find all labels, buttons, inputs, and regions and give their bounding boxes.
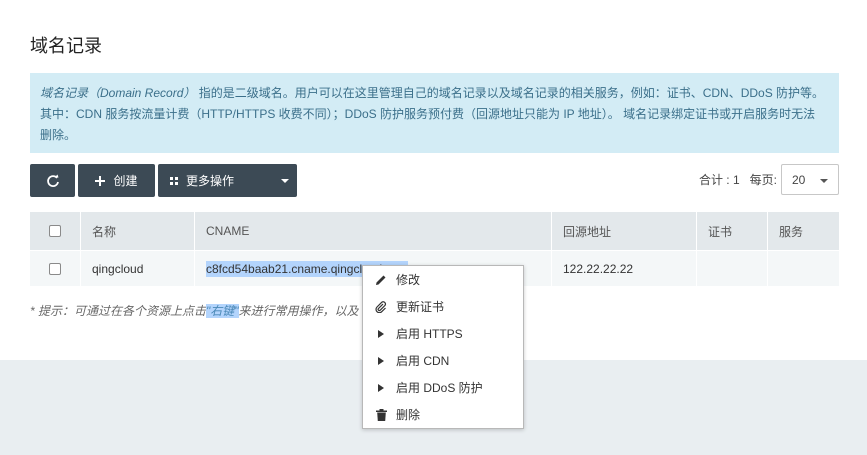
header-cert[interactable]: 证书: [697, 212, 768, 250]
info-line2: 其中：CDN 服务按流量计费（HTTP/HTTPS 收费不同）；DDoS 防护服…: [40, 107, 816, 121]
caret-down-icon: [820, 179, 828, 183]
hint-text: * 提示：可通过在各个资源上点击"右键"来进行常用操作，以及: [30, 302, 359, 319]
menu-item-label: 启用 CDN: [396, 354, 450, 368]
info-term: 域名记录（Domain Record）: [40, 86, 196, 100]
menu-item-enable-https[interactable]: 启用 HTTPS: [363, 320, 523, 347]
trash-icon: [375, 408, 387, 421]
header-service[interactable]: 服务: [768, 212, 839, 250]
cell-name[interactable]: qingcloud: [81, 251, 195, 286]
info-line3: 删除。: [40, 128, 77, 142]
info-banner: 域名记录（Domain Record） 指的是二级域名。用户可以在这里管理自己的…: [30, 73, 839, 153]
header-addr[interactable]: 回源地址: [552, 212, 697, 250]
refresh-button[interactable]: [30, 164, 75, 197]
menu-item-label: 更新证书: [396, 300, 445, 314]
per-page-value: 20: [792, 172, 806, 187]
row-checkbox[interactable]: [49, 262, 61, 275]
per-page-label: 每页:: [749, 173, 777, 187]
caret-down-icon: [281, 179, 289, 183]
menu-item-label: 启用 HTTPS: [396, 327, 463, 341]
refresh-icon: [46, 174, 59, 187]
more-actions-label: 更多操作: [186, 174, 235, 188]
table-header: 名称 CNAME 回源地址 证书 服务: [30, 212, 839, 250]
cell-cert: [697, 251, 768, 286]
plus-icon: [95, 175, 106, 186]
cell-service: [768, 251, 839, 286]
play-icon: [378, 356, 384, 365]
menu-item-label: 启用 DDoS 防护: [396, 381, 483, 395]
header-cname[interactable]: CNAME: [195, 212, 552, 250]
menu-item-edit[interactable]: 修改: [363, 266, 523, 293]
play-icon: [378, 329, 384, 338]
menu-item-delete[interactable]: 删除: [363, 401, 523, 428]
create-button[interactable]: 创建: [78, 164, 155, 197]
hint-suffix: 来进行常用操作，以及: [238, 304, 359, 318]
menu-item-label: 删除: [396, 408, 421, 422]
more-actions-dropdown[interactable]: 更多操作: [158, 164, 297, 197]
page-title: 域名记录: [30, 36, 102, 56]
hint-prefix: * 提示：可通过在各个资源上点击: [30, 304, 207, 318]
context-menu: 修改 更新证书 启用 HTTPS 启用 CDN 启用 DDoS 防护 删除: [362, 265, 524, 429]
toolbar: 创建 更多操作: [30, 164, 297, 197]
menu-item-enable-ddos[interactable]: 启用 DDoS 防护: [363, 374, 523, 401]
header-name[interactable]: 名称: [81, 212, 195, 250]
cell-addr: 122.22.22.22: [552, 251, 697, 286]
paperclip-icon: [375, 300, 387, 313]
hint-highlight: "右键": [206, 304, 239, 318]
menu-item-label: 修改: [396, 273, 421, 287]
total-count: 合计 : 1: [698, 173, 740, 187]
menu-item-update-cert[interactable]: 更新证书: [363, 293, 523, 320]
per-page-select[interactable]: 20: [781, 164, 839, 195]
create-button-label: 创建: [113, 174, 138, 188]
pencil-icon: [375, 274, 387, 286]
info-line1: 指的是二级域名。用户可以在这里管理自己的域名记录以及域名记录的相关服务，例如：证…: [195, 86, 825, 100]
play-icon: [378, 383, 384, 392]
pager: 合计 : 1 每页: 20: [699, 164, 839, 195]
menu-item-enable-cdn[interactable]: 启用 CDN: [363, 347, 523, 374]
grid-icon: [170, 176, 178, 185]
select-all-checkbox[interactable]: [49, 225, 61, 237]
